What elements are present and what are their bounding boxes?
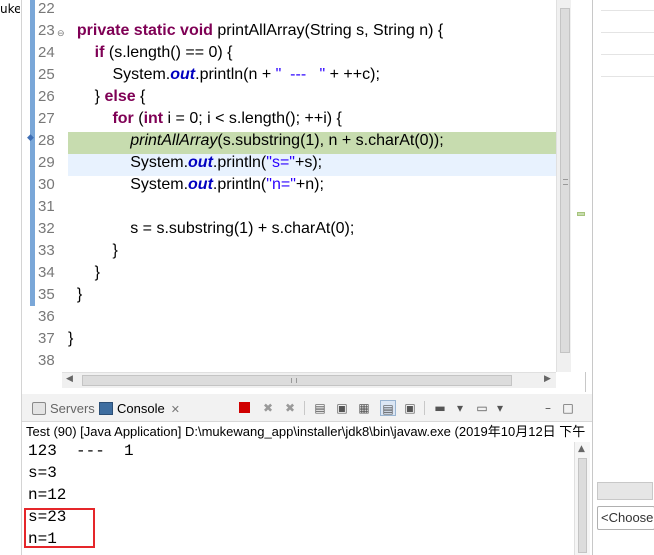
annotation-gutter: ◆ <box>22 0 36 372</box>
code-editor[interactable]: ◆ 22 23 ⊖ 24 25 26 27 28 29 30 31 32 33 3… <box>22 0 586 392</box>
left-view-text: uke <box>0 2 20 16</box>
console-icon <box>99 402 113 415</box>
console-line: n=1 <box>28 530 57 548</box>
process-label: Test (90) [Java Application] D:\mukewang… <box>26 424 586 439</box>
editor-horizontal-thumb[interactable] <box>82 375 512 386</box>
code-text-area[interactable]: private static void printAllArray(String… <box>68 0 576 374</box>
line-number: 36 <box>38 308 55 325</box>
code-line[interactable]: for (int i = 0; i < s.length(); ++i) { <box>68 110 576 132</box>
scroll-up-icon[interactable]: ▲ <box>578 444 585 454</box>
code-line[interactable] <box>68 198 576 220</box>
minimize-icon[interactable]: – <box>540 400 556 416</box>
code-line[interactable] <box>68 352 576 374</box>
console-tabbar: Servers Console ✕ ✖ ✖ ▤ ▣ ▦ ▤ ▣ ▬ ▾ ▭ ▾ –… <box>22 394 592 422</box>
close-icon[interactable]: ✕ <box>171 404 180 416</box>
console-vertical-scrollbar[interactable]: ▲ <box>574 442 590 555</box>
show-on-output-icon[interactable]: ▤ <box>380 400 396 416</box>
scroll-right-icon[interactable]: ▶ <box>544 374 551 384</box>
line-number: 30 <box>38 176 55 193</box>
overview-ruler[interactable] <box>571 0 591 372</box>
change-bar <box>30 0 35 306</box>
code-line[interactable]: if (s.length() == 0) { <box>68 44 576 66</box>
maximize-icon[interactable]: □ <box>560 400 576 416</box>
console-output[interactable]: 123 --- 1 s=3 n=12 s=23 n=1 <box>28 442 576 552</box>
line-number: 27 <box>38 110 55 127</box>
code-line[interactable] <box>68 0 576 22</box>
code-line[interactable]: s = s.substring(1) + s.charAt(0); <box>68 220 576 242</box>
code-line[interactable]: private static void printAllArray(String… <box>68 22 576 44</box>
open-console-dropdown[interactable]: ▾ <box>492 400 508 416</box>
left-view-strip: uke <box>0 0 22 555</box>
fold-collapse-icon[interactable]: ⊖ <box>57 28 65 39</box>
code-line[interactable]: } <box>68 330 576 352</box>
console-line: s=23 <box>28 508 67 526</box>
remove-all-icon[interactable]: ✖ <box>282 400 298 416</box>
remove-launch-icon[interactable]: ✖ <box>260 400 276 416</box>
choose-combo[interactable]: <Choose <box>597 506 654 530</box>
line-number: 29 <box>38 154 55 171</box>
panel-horizontal-scrollbar[interactable] <box>597 482 653 500</box>
console-line: s=3 <box>28 464 57 482</box>
code-line-debug-current[interactable]: printAllArray(s.substring(1), n + s.char… <box>68 132 576 154</box>
line-number: 33 <box>38 242 55 259</box>
console-vertical-thumb[interactable] <box>578 458 587 553</box>
tab-servers[interactable]: Servers <box>32 399 95 419</box>
servers-icon <box>32 402 46 415</box>
line-number: 28 <box>38 132 55 149</box>
code-line[interactable]: System.out.println("n="+n); <box>68 176 576 198</box>
tab-label: Servers <box>50 401 95 416</box>
code-line[interactable]: } else { <box>68 88 576 110</box>
scroll-lock-icon[interactable]: ▣ <box>334 400 350 416</box>
editor-horizontal-scrollbar[interactable]: ◀ ▶ <box>62 372 556 388</box>
code-line-cursor[interactable]: System.out.println("s="+s); <box>68 154 576 176</box>
line-number: 31 <box>38 198 55 215</box>
debug-pointer-icon: ◆ <box>27 133 34 143</box>
code-line[interactable]: } <box>68 264 576 286</box>
line-number: 37 <box>38 330 55 347</box>
console-line: n=12 <box>28 486 67 504</box>
display-console-icon[interactable]: ▬ <box>432 400 448 416</box>
code-line[interactable] <box>68 308 576 330</box>
line-number-ruler: 22 23 ⊖ 24 25 26 27 28 29 30 31 32 33 34 … <box>36 0 68 374</box>
open-console-icon[interactable]: ▭ <box>474 400 490 416</box>
line-number: 24 <box>38 44 55 61</box>
line-number: 22 <box>38 0 55 17</box>
outline-panel: <Choose <box>592 0 654 555</box>
code-line[interactable]: } <box>68 242 576 264</box>
line-number: 34 <box>38 264 55 281</box>
overview-marker[interactable] <box>577 212 585 216</box>
line-number: 25 <box>38 66 55 83</box>
pin-console-icon[interactable]: ▣ <box>402 400 418 416</box>
tab-label: Console <box>117 401 165 416</box>
code-line[interactable]: } <box>68 286 576 308</box>
line-number: 23 ⊖ <box>38 22 65 39</box>
editor-vertical-thumb[interactable] <box>560 8 570 353</box>
console-view[interactable]: Servers Console ✕ ✖ ✖ ▤ ▣ ▦ ▤ ▣ ▬ ▾ ▭ ▾ –… <box>22 394 592 555</box>
console-line: 123 --- 1 <box>28 442 134 460</box>
terminate-icon[interactable] <box>236 400 252 416</box>
line-number: 38 <box>38 352 55 369</box>
code-line[interactable]: System.out.println(n + " --- " + ++c); <box>68 66 576 88</box>
highlight-annotation-box <box>24 508 95 548</box>
word-wrap-icon[interactable]: ▦ <box>356 400 372 416</box>
line-number: 32 <box>38 220 55 237</box>
display-console-dropdown[interactable]: ▾ <box>452 400 468 416</box>
scroll-left-icon[interactable]: ◀ <box>66 374 73 384</box>
clear-console-icon[interactable]: ▤ <box>312 400 328 416</box>
line-number: 35 <box>38 286 55 303</box>
line-number: 26 <box>38 88 55 105</box>
tab-console[interactable]: Console ✕ <box>99 399 180 419</box>
